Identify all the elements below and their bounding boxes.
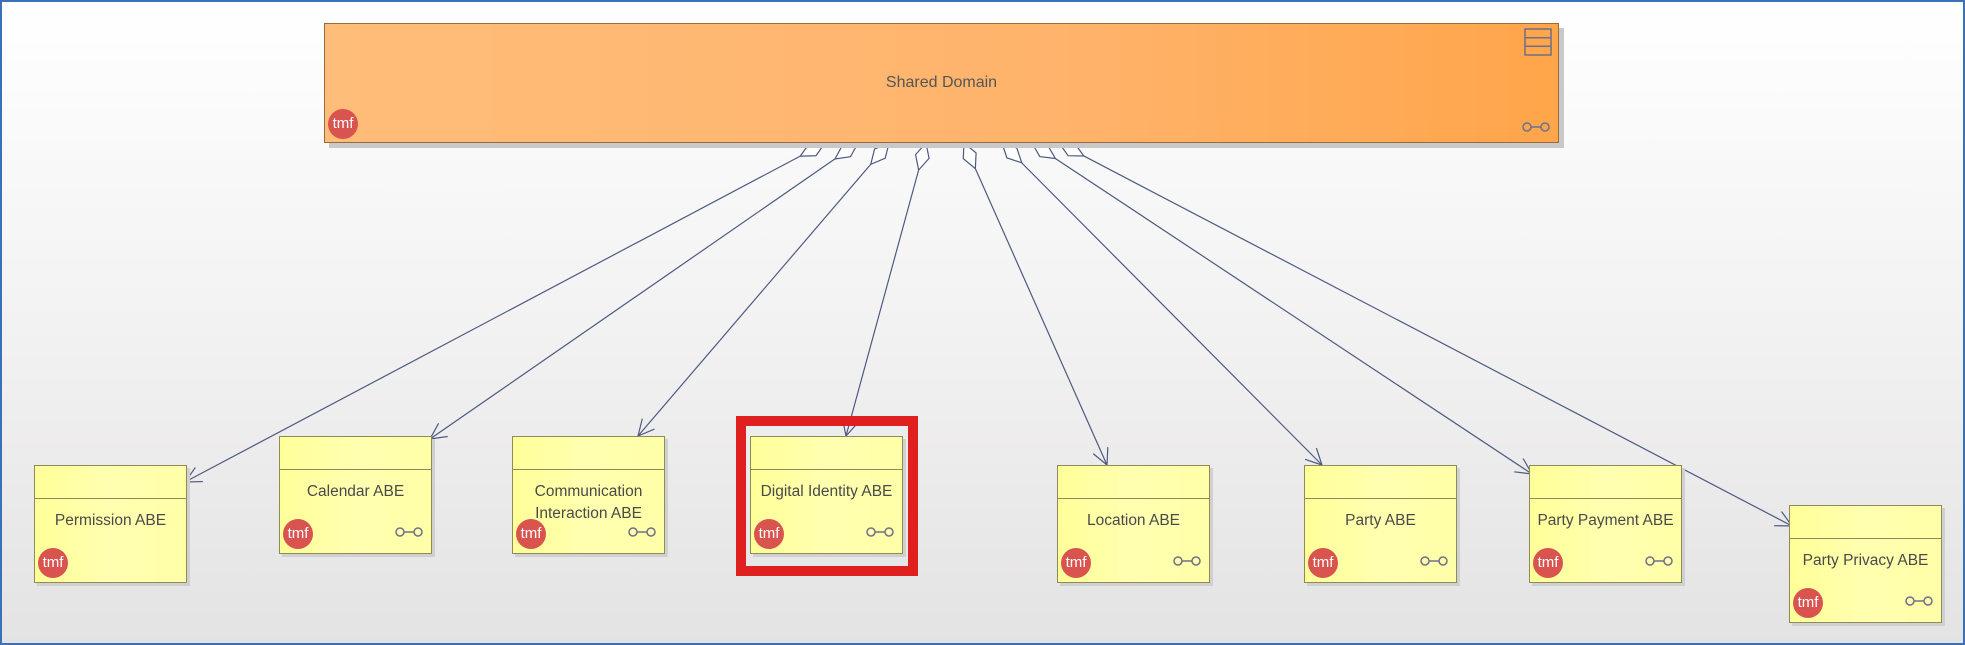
connector-line <box>845 169 920 437</box>
abe-permission[interactable]: Permission ABE tmf <box>34 465 187 583</box>
abe-label: Location ABE <box>1086 512 1181 529</box>
abe-header <box>1530 466 1681 499</box>
arrowhead <box>183 467 203 483</box>
abe-party[interactable]: Party ABE tmf <box>1304 465 1457 583</box>
abe-header <box>280 437 431 470</box>
diagram-canvas: Shared Domain → Permission ABEShared Dom… <box>0 0 1965 645</box>
abe-label: Party Payment ABE <box>1537 512 1674 529</box>
connector-line <box>1021 162 1323 466</box>
abe-header <box>1790 506 1941 539</box>
abe-calendar[interactable]: Calendar ABE tmf <box>279 436 432 554</box>
tmf-badge-icon: tmf <box>328 109 358 139</box>
tmf-badge-icon: tmf <box>1061 548 1091 578</box>
aggregation-connector[interactable]: Shared Domain → Party ABE <box>1001 142 1323 466</box>
abe-location[interactable]: Location ABE tmf <box>1057 465 1210 583</box>
abe-party-privacy[interactable]: Party Privacy ABE tmf <box>1789 505 1942 623</box>
aggregation-diamond <box>869 141 890 166</box>
aggregation-connector[interactable]: Shared Domain → Location ABE <box>962 141 1109 467</box>
abe-header <box>513 437 664 470</box>
tmf-badge-icon: tmf <box>516 519 546 549</box>
abe-label: Permission ABE <box>54 512 167 529</box>
connector-line <box>429 158 836 440</box>
abe-label: Communication Interaction ABE <box>534 483 643 522</box>
tmf-badge-icon: tmf <box>1308 548 1338 578</box>
abe-party-payment[interactable]: Party Payment ABE tmf <box>1529 465 1682 583</box>
connector-line <box>974 168 1108 466</box>
shared-domain-box[interactable]: Shared Domain tmf <box>324 23 1559 143</box>
aggregation-diamond <box>962 141 977 170</box>
aggregation-diamond <box>833 142 860 160</box>
tmf-badge-icon: tmf <box>38 548 68 578</box>
link-icon <box>1173 556 1201 566</box>
menu-icon[interactable] <box>1524 28 1552 56</box>
link-icon <box>1522 122 1550 132</box>
aggregation-diamond <box>1001 142 1023 164</box>
aggregation-diamond <box>1030 142 1057 160</box>
connector-line <box>184 155 801 483</box>
aggregation-diamond <box>914 141 930 172</box>
abe-label: Party ABE <box>1345 512 1416 529</box>
selection-highlight <box>736 416 918 576</box>
link-icon <box>1645 556 1673 566</box>
link-icon <box>395 527 423 537</box>
aggregation-connector[interactable]: Shared Domain → Digital Identity ABE <box>841 141 930 438</box>
aggregation-connector[interactable]: Shared Domain → Calendar ABE <box>428 142 860 440</box>
shared-domain-label: Shared Domain <box>885 74 998 91</box>
link-icon <box>1420 556 1448 566</box>
abe-header <box>1305 466 1456 499</box>
tmf-badge-icon: tmf <box>283 519 313 549</box>
connector-line <box>637 163 872 437</box>
tmf-badge-icon: tmf <box>1793 588 1823 618</box>
abe-communication-interaction[interactable]: Communication Interaction ABE tmf <box>512 436 665 554</box>
aggregation-connector[interactable]: Shared Domain → Communication Interactio… <box>637 141 890 438</box>
abe-header <box>35 466 186 499</box>
abe-label: Calendar ABE <box>306 483 405 500</box>
abe-label: Party Privacy ABE <box>1802 552 1929 569</box>
abe-header <box>1058 466 1209 499</box>
link-icon <box>1905 596 1933 606</box>
link-icon <box>628 527 656 537</box>
aggregation-diamond <box>799 142 827 157</box>
connector-line <box>1055 157 1533 475</box>
aggregation-connector[interactable]: Shared Domain → Permission ABE <box>183 142 827 483</box>
tmf-badge-icon: tmf <box>1533 548 1563 578</box>
aggregation-diamond <box>1057 142 1086 157</box>
